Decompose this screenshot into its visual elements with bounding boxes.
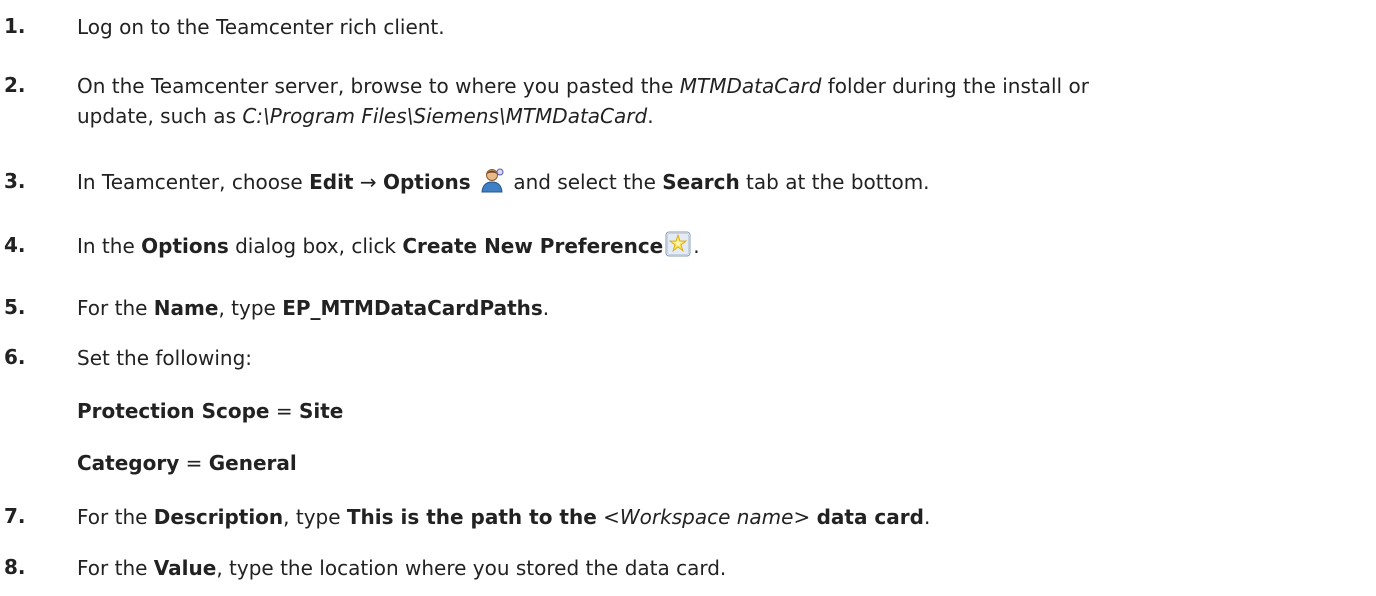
step-text: Set the following: bbox=[77, 346, 253, 370]
create-new-preference-icon bbox=[665, 231, 691, 265]
step-text: Log on to the Teamcenter rich client. bbox=[77, 15, 445, 39]
step-text: For the Name, type EP_MTMDataCardPaths. bbox=[77, 296, 550, 320]
step-text: For the Value, type the location where y… bbox=[77, 556, 727, 580]
procedure-document: 1. Log on to the Teamcenter rich client.… bbox=[0, 0, 1376, 596]
user-options-icon bbox=[479, 167, 505, 201]
folder-name: MTMDataCard bbox=[679, 74, 822, 98]
step-number: 1. bbox=[4, 14, 26, 38]
step-text: For the Description, type This is the pa… bbox=[77, 505, 931, 529]
step-text: On the Teamcenter server, browse to wher… bbox=[77, 74, 1089, 128]
step-text: In the Options dialog box, click Create … bbox=[77, 231, 1367, 265]
step-text: In Teamcenter, choose Edit → Options and… bbox=[77, 167, 1367, 201]
setting-category: Category = General bbox=[77, 451, 297, 475]
step-number: 7. bbox=[4, 504, 26, 528]
setting-protection-scope: Protection Scope = Site bbox=[77, 399, 344, 423]
step-number: 2. bbox=[4, 73, 26, 97]
workspace-name-placeholder: <Workspace name> bbox=[603, 505, 811, 529]
step-number: 8. bbox=[4, 555, 26, 579]
folder-path: C:\Program Files\Siemens\MTMDataCard bbox=[242, 104, 648, 128]
step-number: 3. bbox=[4, 169, 26, 193]
step-number: 4. bbox=[4, 233, 26, 257]
step-number: 6. bbox=[4, 345, 26, 369]
step-number: 5. bbox=[4, 295, 26, 319]
